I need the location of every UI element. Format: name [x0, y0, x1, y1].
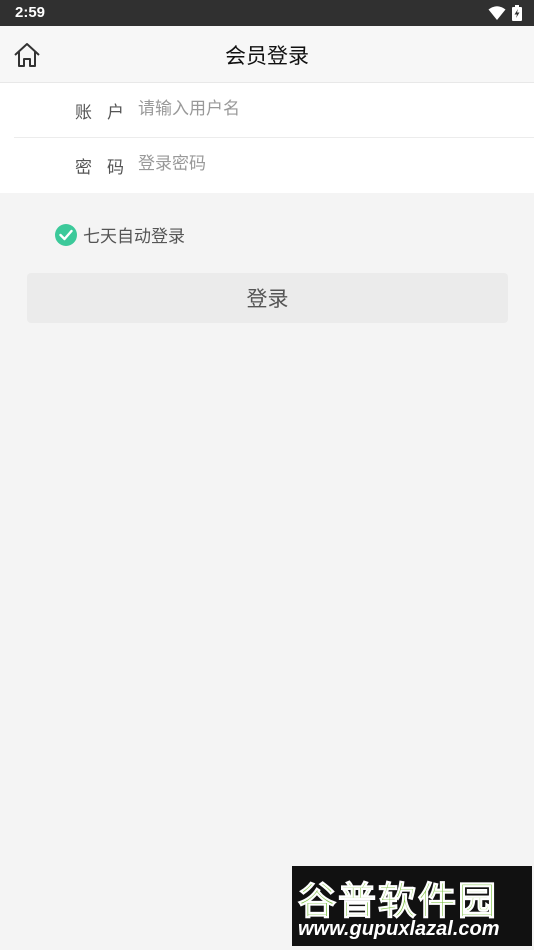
- check-circle-icon[interactable]: [55, 223, 77, 246]
- status-icons: [488, 5, 522, 21]
- login-button[interactable]: 登录: [27, 273, 508, 323]
- password-label: 密码: [75, 158, 139, 178]
- password-input[interactable]: [138, 150, 498, 178]
- battery-charging-icon: [512, 5, 522, 21]
- account-input[interactable]: [138, 95, 498, 123]
- remember-me-toggle[interactable]: 七天自动登录: [55, 222, 185, 247]
- password-row: 密码: [0, 138, 534, 192]
- watermark-title: 谷普软件园: [297, 879, 499, 924]
- account-row: 账户: [0, 83, 534, 138]
- watermark-url: www.gupuxlazal.com: [298, 918, 500, 940]
- watermark-logo: 谷普软件园 www.gupuxlazal.com: [292, 866, 532, 946]
- account-label: 账户: [75, 103, 139, 123]
- app-header: 会员登录: [0, 26, 534, 83]
- page-title: 会员登录: [225, 44, 309, 68]
- status-time: 2:59: [15, 4, 46, 21]
- status-bar: 2:59: [0, 0, 534, 26]
- wifi-icon: [488, 5, 506, 20]
- login-form: 账户 密码: [0, 83, 534, 193]
- remember-me-label: 七天自动登录: [83, 227, 185, 247]
